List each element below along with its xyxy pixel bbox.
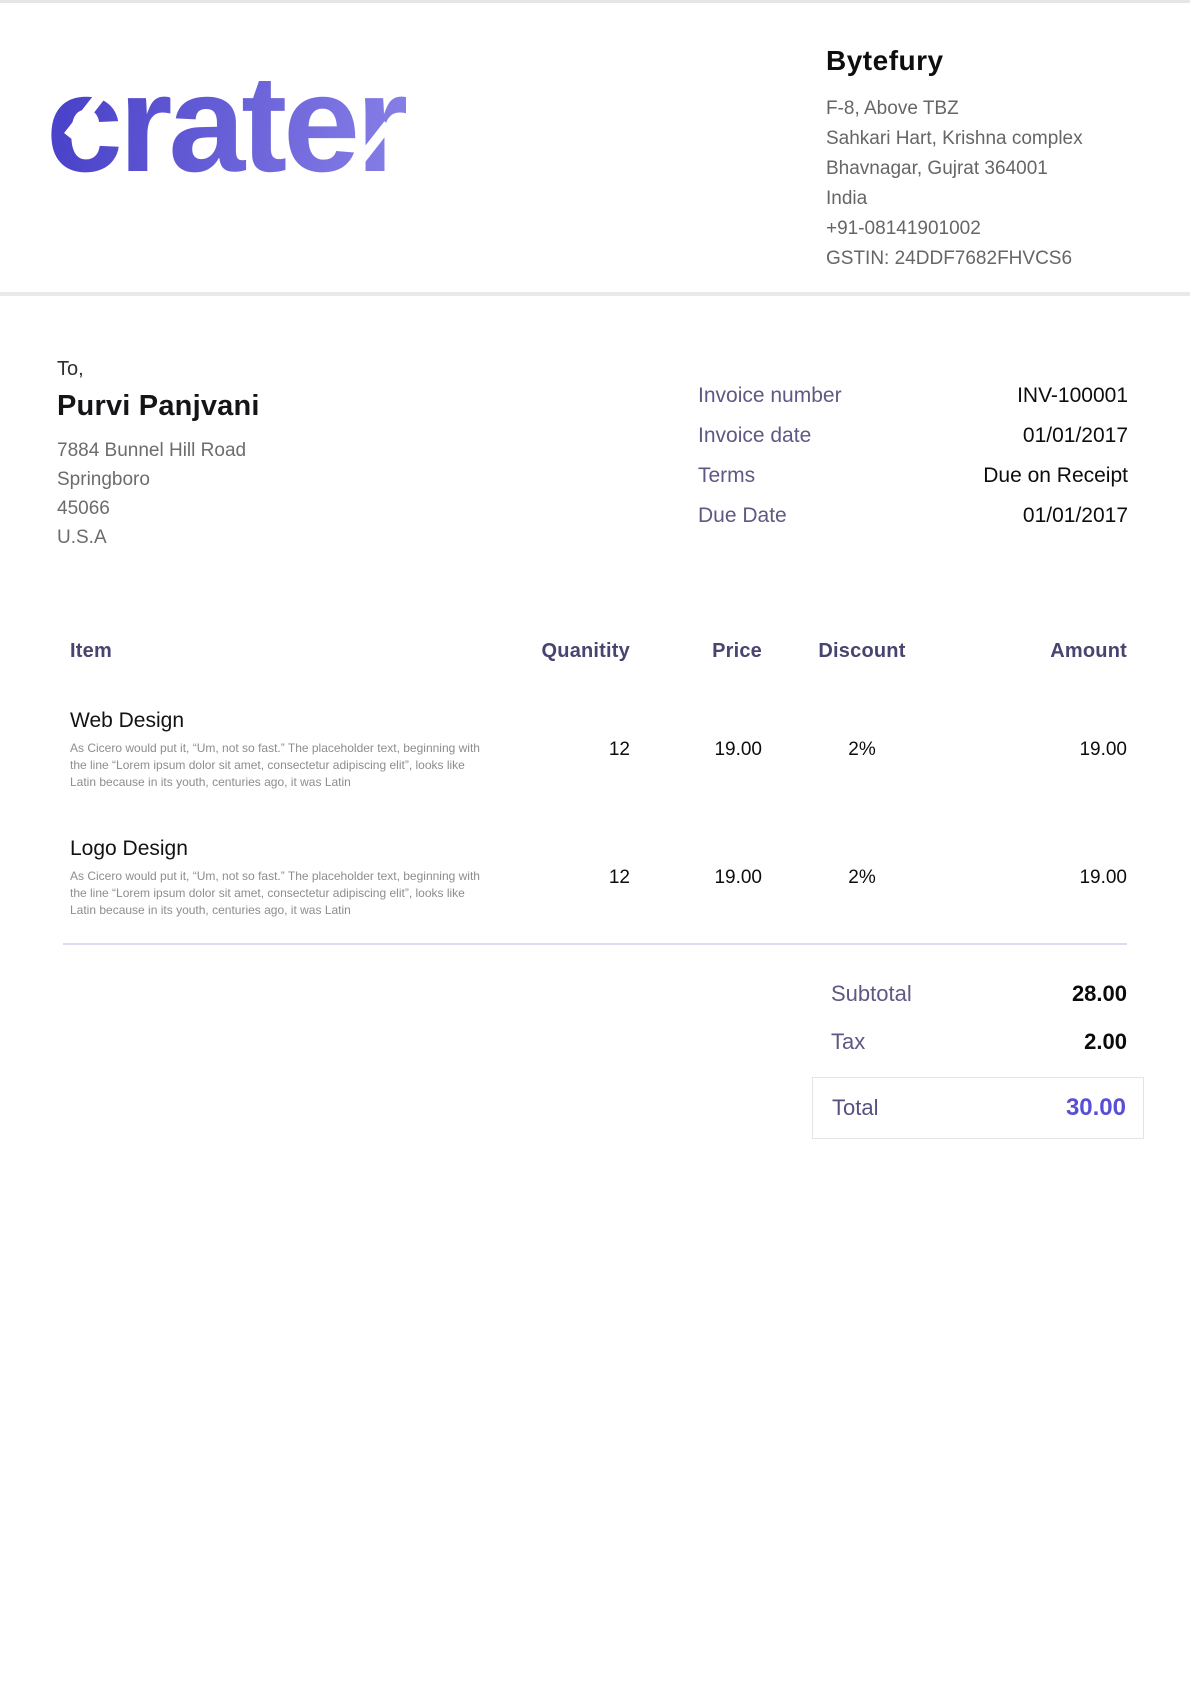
customer-address-line: 45066 <box>57 494 260 523</box>
table-bottom-divider <box>63 943 1127 945</box>
customer-name: Purvi Panjvani <box>57 390 260 423</box>
tax-value: 2.00 <box>1084 1029 1127 1055</box>
crater-logo: crater <box>46 55 406 193</box>
invoice-number-row: Invoice number INV-100001 <box>698 384 1128 408</box>
company-address-line: Bhavnagar, Gujrat 364001 <box>826 154 1146 184</box>
item-cell: Web Design As Cicero would put it, “Um, … <box>70 709 510 791</box>
company-address-line: F-8, Above TBZ <box>826 94 1146 124</box>
item-discount: 2% <box>762 739 962 761</box>
invoice-number-value: INV-100001 <box>1017 384 1128 408</box>
item-description: As Cicero would put it, “Um, not so fast… <box>70 868 494 919</box>
subtotal-label: Subtotal <box>831 981 912 1007</box>
total-label: Total <box>832 1095 878 1121</box>
company-address-line: India <box>826 184 1146 214</box>
crater-logo-text: crater <box>46 55 406 193</box>
column-header-price: Price <box>630 640 762 663</box>
totals-block: Subtotal 28.00 Tax 2.00 Total 30.00 <box>812 981 1144 1139</box>
item-price: 19.00 <box>630 739 762 761</box>
invoice-date-label: Invoice date <box>698 424 811 448</box>
invoice-number-label: Invoice number <box>698 384 842 408</box>
bill-to-block: To, Purvi Panjvani 7884 Bunnel Hill Road… <box>57 358 260 552</box>
bill-to-label: To, <box>57 358 260 381</box>
customer-address-line: 7884 Bunnel Hill Road <box>57 436 260 465</box>
item-quantity: 12 <box>510 739 630 761</box>
tax-label: Tax <box>831 1029 865 1055</box>
terms-label: Terms <box>698 464 755 488</box>
table-row: Logo Design As Cicero would put it, “Um,… <box>70 837 1127 919</box>
item-cell: Logo Design As Cicero would put it, “Um,… <box>70 837 510 919</box>
company-address-line: Sahkari Hart, Krishna complex <box>826 124 1146 154</box>
total-row: Total 30.00 <box>812 1077 1144 1139</box>
total-value: 30.00 <box>1066 1094 1126 1122</box>
company-phone: +91-08141901002 <box>826 214 1146 244</box>
address-meta-section: To, Purvi Panjvani 7884 Bunnel Hill Road… <box>0 296 1190 552</box>
item-quantity: 12 <box>510 867 630 889</box>
due-date-value: 01/01/2017 <box>1023 504 1128 528</box>
invoice-date-value: 01/01/2017 <box>1023 424 1128 448</box>
item-name: Logo Design <box>70 837 510 861</box>
tax-row: Tax 2.00 <box>812 1029 1144 1055</box>
customer-address: 7884 Bunnel Hill Road Springboro 45066 U… <box>57 436 260 552</box>
invoice-meta-block: Invoice number INV-100001 Invoice date 0… <box>698 384 1128 552</box>
due-date-row: Due Date 01/01/2017 <box>698 504 1128 528</box>
column-header-discount: Discount <box>762 640 962 663</box>
due-date-label: Due Date <box>698 504 787 528</box>
items-table: Item Quanitity Price Discount Amount Web… <box>70 640 1127 919</box>
item-description: As Cicero would put it, “Um, not so fast… <box>70 740 494 791</box>
column-header-quantity: Quanitity <box>510 640 630 663</box>
terms-value: Due on Receipt <box>983 464 1128 488</box>
items-table-header: Item Quanitity Price Discount Amount <box>70 640 1127 663</box>
company-info-block: Bytefury F-8, Above TBZ Sahkari Hart, Kr… <box>826 45 1146 274</box>
totals-section: Subtotal 28.00 Tax 2.00 Total 30.00 <box>0 981 1144 1139</box>
terms-row: Terms Due on Receipt <box>698 464 1128 488</box>
item-price: 19.00 <box>630 867 762 889</box>
invoice-date-row: Invoice date 01/01/2017 <box>698 424 1128 448</box>
subtotal-value: 28.00 <box>1072 981 1127 1007</box>
item-discount: 2% <box>762 867 962 889</box>
table-row: Web Design As Cicero would put it, “Um, … <box>70 709 1127 791</box>
customer-address-line: U.S.A <box>57 523 260 552</box>
item-amount: 19.00 <box>962 739 1127 761</box>
item-amount: 19.00 <box>962 867 1127 889</box>
column-header-amount: Amount <box>962 640 1127 663</box>
company-gstin: GSTIN: 24DDF7682FHVCS6 <box>826 244 1146 274</box>
invoice-page: crater Bytefury F-8, Above TBZ Sahkari H… <box>0 0 1190 1684</box>
company-name: Bytefury <box>826 45 1146 77</box>
invoice-header: crater Bytefury F-8, Above TBZ Sahkari H… <box>0 3 1190 296</box>
customer-address-line: Springboro <box>57 465 260 494</box>
column-header-item: Item <box>70 640 510 663</box>
item-name: Web Design <box>70 709 510 733</box>
subtotal-row: Subtotal 28.00 <box>812 981 1144 1007</box>
